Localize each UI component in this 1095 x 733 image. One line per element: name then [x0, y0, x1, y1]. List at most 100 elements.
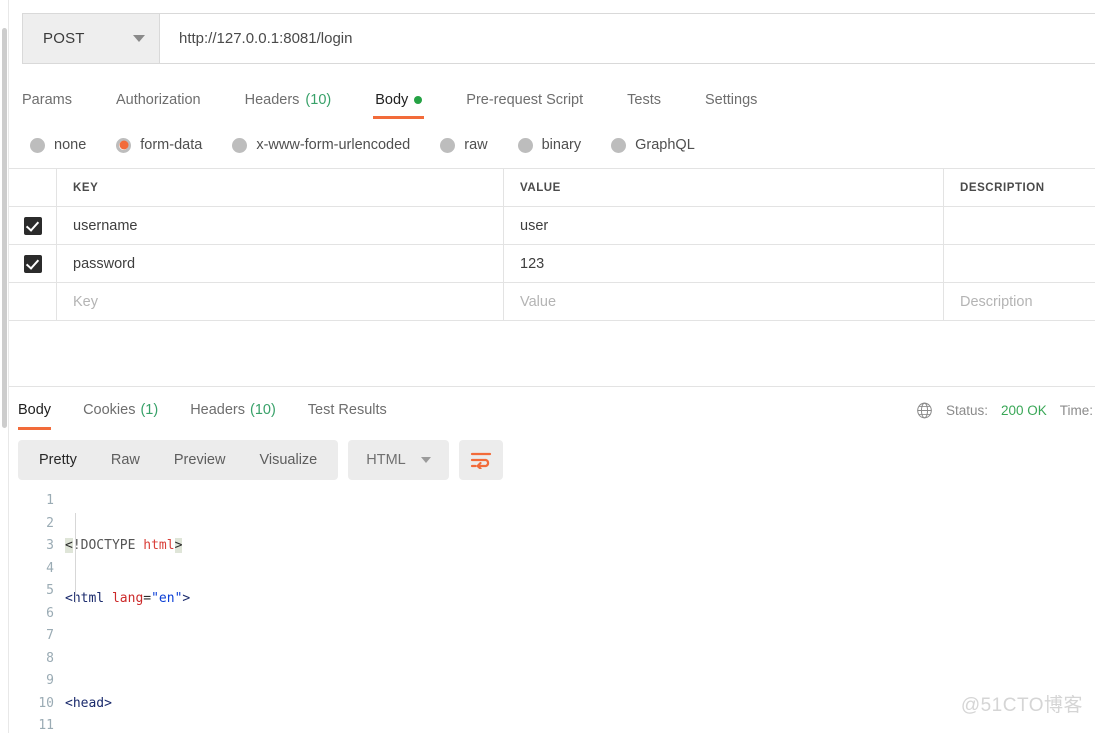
tab-authorization-label: Authorization	[115, 91, 201, 108]
row-key-cell[interactable]: username	[57, 207, 504, 244]
word-wrap-icon	[470, 452, 491, 469]
line-number: 1	[46, 493, 54, 508]
header-key-label: KEY	[73, 181, 99, 194]
left-scroll-track[interactable]	[0, 0, 9, 733]
response-tab-cookies-label: Cookies	[83, 402, 136, 418]
tab-pre-request-script[interactable]: Pre-request Script	[444, 80, 605, 119]
status-badge: 200 OK	[1000, 402, 1047, 418]
tab-body[interactable]: Body	[353, 80, 444, 119]
tab-tests-label: Tests	[627, 91, 661, 108]
response-view-switcher: Pretty Raw Preview Visualize	[18, 440, 339, 480]
body-active-dot-icon	[414, 95, 423, 104]
row-checkbox-cell[interactable]	[9, 207, 57, 244]
checkbox-checked-icon[interactable]	[23, 254, 42, 273]
body-type-binary[interactable]: binary	[517, 137, 582, 153]
body-type-x-www-form-urlencoded[interactable]: x-www-form-urlencoded	[232, 137, 410, 153]
view-raw-button[interactable]: Raw	[94, 444, 157, 476]
code-line: <head>	[65, 695, 112, 711]
tab-tests[interactable]: Tests	[605, 80, 683, 119]
body-type-none[interactable]: none	[30, 137, 86, 153]
table-row[interactable]: password 123	[9, 245, 1095, 283]
line-number: 2	[46, 515, 54, 531]
table-header-row: KEY VALUE DESCRIPTION	[9, 169, 1095, 207]
row-value-text: 123	[520, 255, 545, 272]
radio-icon-graphql	[611, 137, 627, 153]
response-tab-body-label: Body	[18, 402, 52, 418]
line-number: 4	[46, 560, 54, 576]
body-type-form-data[interactable]: form-data	[116, 137, 202, 153]
empty-row-checkbox-cell[interactable]	[9, 283, 57, 320]
table-empty-row[interactable]: Key Value Description	[9, 283, 1095, 321]
request-tabs: Params Authorization Headers (10) Body P…	[22, 80, 1095, 119]
response-tab-cookies-count: (1)	[140, 402, 159, 418]
row-description-cell[interactable]	[944, 207, 1095, 244]
tab-settings[interactable]: Settings	[683, 80, 779, 119]
row-key-text: username	[73, 217, 138, 234]
response-body-code-viewer[interactable]: 1 2 3 4 5 6 7 8 9 10 11 <!DOCTYPE html> …	[9, 490, 1095, 733]
radio-icon-binary	[517, 137, 533, 153]
header-description-label: DESCRIPTION	[960, 181, 1045, 194]
table-row[interactable]: username user	[9, 207, 1095, 245]
row-description-cell[interactable]	[944, 245, 1095, 282]
line-number: 7	[46, 628, 54, 643]
view-visualize-label: Visualize	[259, 452, 318, 468]
tab-authorization[interactable]: Authorization	[94, 80, 223, 119]
response-tab-test-results[interactable]: Test Results	[292, 392, 403, 428]
checkbox-checked-icon[interactable]	[23, 216, 42, 235]
left-scroll-thumb[interactable]	[2, 28, 7, 428]
view-preview-button[interactable]: Preview	[157, 444, 243, 476]
response-tabs: Body Cookies (1) Headers (10) Test Resul…	[14, 392, 403, 430]
response-section-divider	[9, 386, 1095, 387]
empty-row-key-placeholder: Key	[73, 293, 98, 310]
tab-headers[interactable]: Headers (10)	[223, 80, 354, 119]
line-number: 6	[46, 605, 54, 621]
row-value-text: user	[520, 217, 549, 234]
tab-body-label: Body	[375, 91, 409, 108]
postman-window: POST http://127.0.0.1:8081/login Params …	[0, 0, 1095, 733]
header-value-label: VALUE	[520, 181, 561, 194]
view-pretty-button[interactable]: Pretty	[22, 444, 94, 476]
response-tab-body[interactable]: Body	[14, 392, 67, 430]
body-type-raw[interactable]: raw	[440, 137, 488, 153]
radio-icon-none	[30, 137, 45, 153]
empty-row-description-placeholder: Description	[960, 293, 1033, 310]
body-type-graphql[interactable]: GraphQL	[611, 137, 695, 153]
empty-row-key-cell[interactable]: Key	[57, 283, 504, 320]
row-key-text: password	[73, 255, 136, 272]
row-value-cell[interactable]: user	[504, 207, 944, 244]
row-value-cell[interactable]: 123	[504, 245, 944, 282]
response-tab-test-results-label: Test Results	[307, 402, 387, 418]
view-visualize-button[interactable]: Visualize	[242, 444, 334, 476]
view-raw-label: Raw	[110, 452, 140, 468]
tab-params-label: Params	[22, 91, 72, 108]
http-method-label: POST	[43, 30, 85, 47]
body-type-radio-group: none form-data x-www-form-urlencoded raw…	[30, 128, 1090, 162]
tab-params[interactable]: Params	[22, 80, 94, 119]
http-method-dropdown[interactable]: POST	[23, 14, 160, 63]
radio-icon-urlencoded	[232, 137, 248, 153]
watermark: @51CTO博客	[960, 695, 1083, 716]
response-tab-headers-label: Headers	[190, 402, 245, 418]
line-number: 3	[46, 538, 54, 553]
row-checkbox-cell[interactable]	[9, 245, 57, 282]
code-content[interactable]: <!DOCTYPE html> <html lang="en"> <head> …	[65, 490, 1095, 733]
response-tab-cookies[interactable]: Cookies (1)	[67, 392, 174, 428]
request-url-bar: POST http://127.0.0.1:8081/login	[22, 13, 1095, 64]
response-format-dropdown[interactable]: HTML	[348, 440, 449, 480]
row-key-cell[interactable]: password	[57, 245, 504, 282]
code-line: <html lang="en">	[65, 590, 191, 606]
empty-row-value-cell[interactable]: Value	[504, 283, 944, 320]
empty-row-description-cell[interactable]: Description	[944, 283, 1095, 320]
response-tab-headers[interactable]: Headers (10)	[174, 392, 292, 428]
line-number: 10	[38, 695, 54, 711]
line-number: 5	[46, 583, 54, 598]
globe-icon[interactable]	[916, 402, 933, 419]
body-type-urlencoded-label: x-www-form-urlencoded	[256, 137, 411, 153]
word-wrap-button[interactable]	[458, 440, 503, 480]
request-url-input[interactable]: http://127.0.0.1:8081/login	[160, 14, 1095, 63]
body-type-binary-label: binary	[541, 137, 582, 153]
status-label: Status:	[945, 402, 988, 418]
line-number: 11	[38, 718, 54, 733]
response-toolbar: Pretty Raw Preview Visualize HTML	[18, 440, 503, 480]
code-line: <!DOCTYPE html>	[65, 538, 183, 553]
